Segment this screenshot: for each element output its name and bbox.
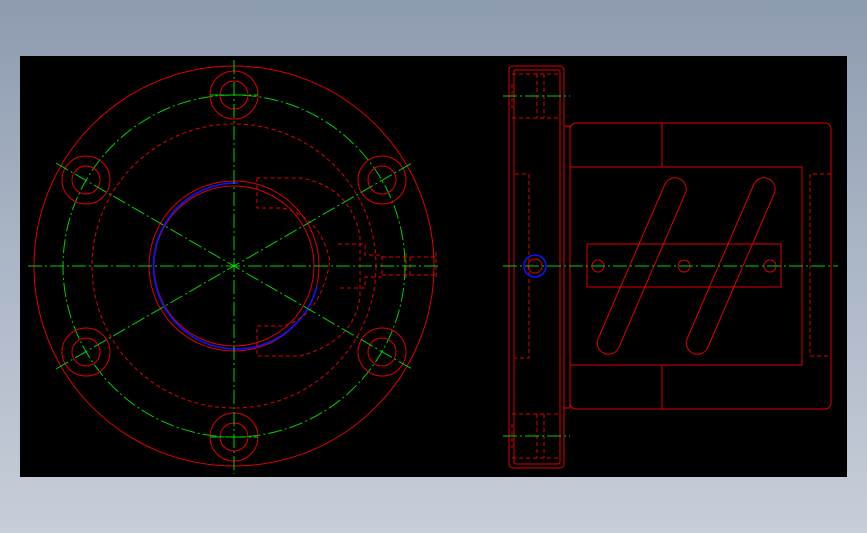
- side-view: [503, 65, 838, 469]
- hidden-end-cap: [809, 173, 831, 357]
- hidden-pocket: [256, 177, 361, 357]
- hub-collar: [563, 125, 571, 409]
- cad-drawing-viewport[interactable]: [20, 56, 847, 477]
- flange-plate: [508, 65, 565, 469]
- cad-drawing-canvas: [28, 60, 838, 474]
- front-view: [28, 60, 440, 474]
- flange-plate-inner: [513, 69, 561, 465]
